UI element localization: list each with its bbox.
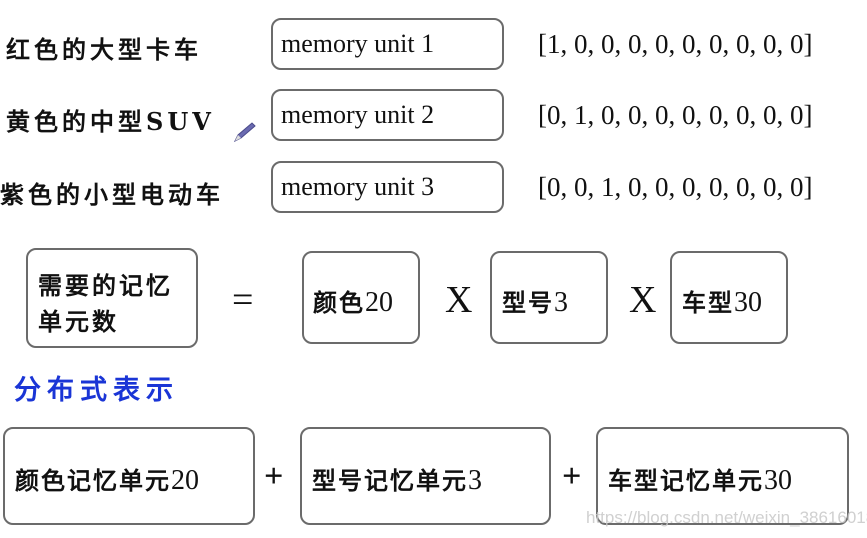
memory-unit-2-text: memory unit 2: [281, 100, 435, 129]
vector-2: [0, 1, 0, 0, 0, 0, 0, 0, 0, 0]: [538, 100, 813, 130]
factor-color-box: 颜色20: [302, 251, 420, 344]
memory-unit-1-text: memory unit 1: [281, 29, 435, 58]
row-1-label: 红色的大型卡车: [6, 35, 202, 64]
memory-unit-3-text: memory unit 3: [281, 172, 435, 201]
factor-model-text: 型号3: [502, 287, 568, 318]
memory-count-line-2: 单元数: [38, 307, 119, 336]
vector-3: [0, 0, 1, 0, 0, 0, 0, 0, 0, 0]: [538, 172, 813, 202]
plus-sign-2: +: [562, 458, 582, 495]
factor-model-box: 型号3: [490, 251, 608, 344]
memory-unit-3-box: memory unit 3: [271, 161, 504, 213]
term-vehicle-text: 车型记忆单元30: [608, 465, 792, 496]
pencil-icon: [233, 122, 256, 143]
memory-unit-2-box: memory unit 2: [271, 89, 504, 141]
factor-vehicle-text: 车型30: [682, 287, 762, 318]
memory-count-box: 需要的记忆 单元数: [26, 248, 198, 348]
term-model-box: 型号记忆单元3: [300, 427, 551, 525]
plus-sign-1: +: [264, 458, 284, 495]
factor-color-text: 颜色20: [313, 287, 393, 318]
memory-unit-1-box: memory unit 1: [271, 18, 504, 70]
watermark-url: https://blog.csdn.net/weixin_38616018: [586, 508, 867, 527]
term-model-text: 型号记忆单元3: [312, 465, 482, 496]
distributed-title: 分布式表示: [14, 375, 179, 406]
times-sign-2: X: [629, 279, 657, 321]
term-color-box: 颜色记忆单元20: [3, 427, 255, 525]
equals-sign: =: [232, 279, 254, 321]
factor-vehicle-box: 车型30: [670, 251, 788, 344]
memory-count-line-1: 需要的记忆: [38, 271, 173, 300]
times-sign-1: X: [445, 279, 473, 321]
term-color-text: 颜色记忆单元20: [15, 465, 199, 496]
row-2-label: 黄色的中型SUV: [6, 107, 215, 136]
row-3-label: 紫色的小型电动车: [0, 180, 224, 209]
vector-1: [1, 0, 0, 0, 0, 0, 0, 0, 0, 0]: [538, 29, 813, 59]
